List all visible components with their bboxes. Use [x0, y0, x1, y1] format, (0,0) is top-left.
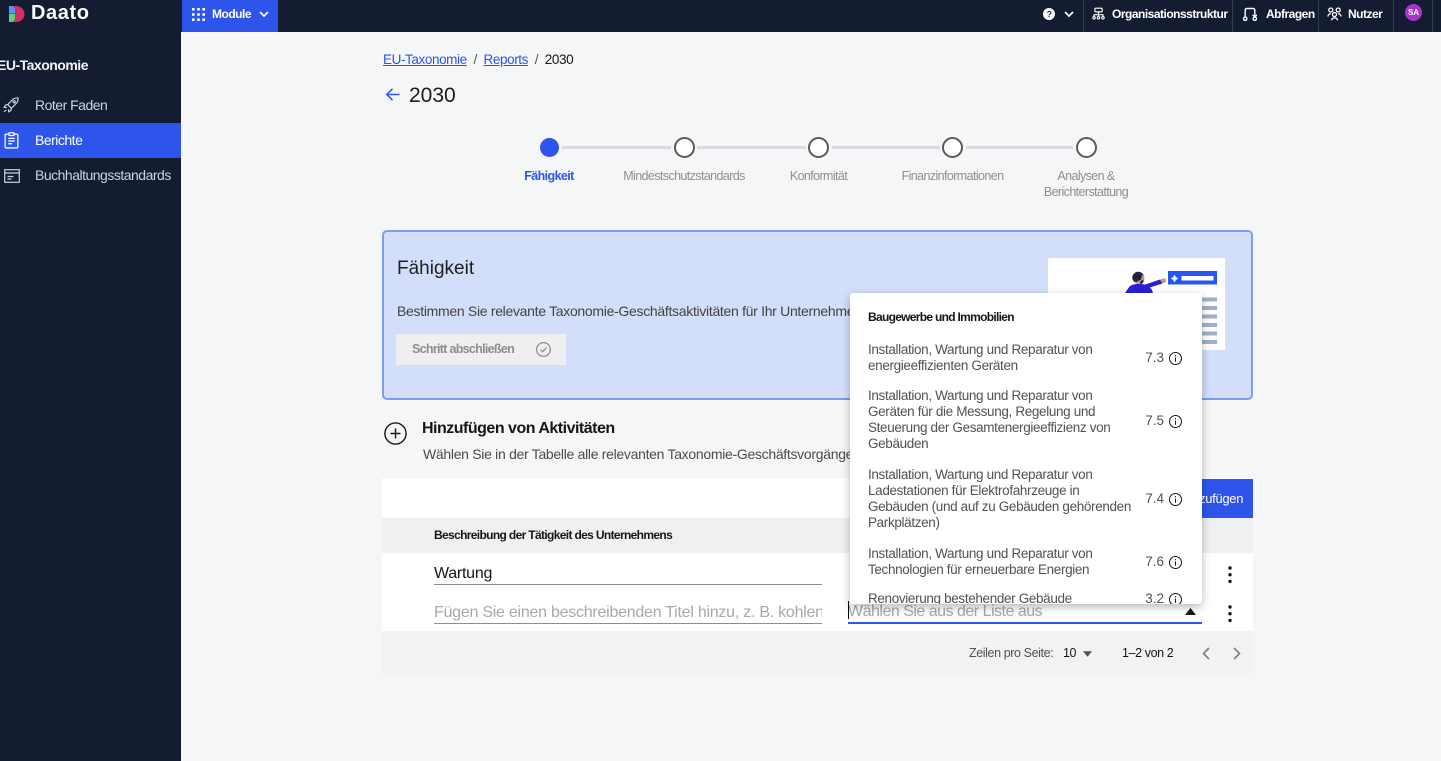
svg-text:?: ? [1047, 8, 1052, 18]
